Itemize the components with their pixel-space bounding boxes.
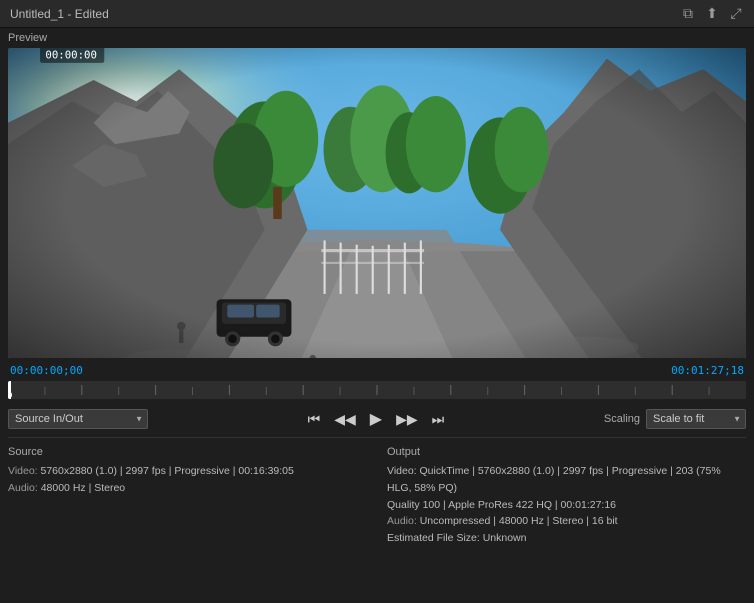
scaling-select[interactable]: Scale to fit Fill Stretch Original [646,409,746,429]
controls-bar: Source In/Out Entire Source Custom ⏮ ◀◀ … [0,401,754,437]
timecode-end: 00:01:27;18 [671,364,744,377]
step-back-button[interactable]: ◀◀ [329,409,361,430]
title-bar-controls: ⧉ ⬆ ⤢ [680,6,744,22]
transport-controls: ⏮ ◀◀ ▶ ▶▶ ⏭ [154,407,598,431]
scaling-area: Scaling Scale to fit Fill Stretch Origin… [604,409,746,429]
restore-icon[interactable]: ⧉ [680,6,696,22]
timecode-start: 00:00:00;00 [10,364,83,377]
source-panel-title: Source [8,446,367,458]
source-audio-info: Audio: 48000 Hz | Stereo [8,480,367,497]
source-audio-value: 48000 Hz | Stereo [41,482,125,494]
edit-status: Edited [75,7,109,21]
output-panel-title: Output [387,446,746,458]
output-video-info-2: Quality 100 | Apple ProRes 422 HQ | 00:0… [387,497,746,514]
goto-end-button[interactable]: ⏭ [427,409,450,430]
output-audio-info: Audio: Uncompressed | 48000 Hz | Stereo … [387,513,746,530]
preview-label: Preview [0,28,754,48]
output-panel: Output Video: QuickTime | 5760x2880 (1.0… [387,446,746,547]
play-button[interactable]: ▶ [365,407,387,431]
window-title: Untitled_1 - Edited [10,7,109,21]
source-video-info: Video: 5760x2880 (1.0) | 2997 fps | Prog… [8,463,367,480]
timeline-track [8,381,746,399]
output-filesize-info: Estimated File Size: Unknown [387,530,746,547]
step-forward-button[interactable]: ▶▶ [391,409,423,430]
svg-text:00:00:00: 00:00:00 [45,49,96,62]
range-select[interactable]: Source In/Out Entire Source Custom [8,409,148,429]
title-bar: Untitled_1 - Edited ⧉ ⬆ ⤢ [0,0,754,28]
video-preview: 00:00:00 [8,48,746,358]
output-filesize-value: Estimated File Size: Unknown [387,532,526,544]
expand-icon[interactable]: ⤢ [728,6,744,22]
scaling-select-wrapper[interactable]: Scale to fit Fill Stretch Original [646,409,746,429]
output-video-info-1: Video: QuickTime | 5760x2880 (1.0) | 299… [387,463,746,497]
timeline-ticks-svg [8,381,746,399]
video-frame: 00:00:00 [8,48,746,358]
export-icon[interactable]: ⬆ [704,6,720,22]
output-video-value-2: Quality 100 | Apple ProRes 422 HQ | 00:0… [387,499,616,511]
range-select-wrapper[interactable]: Source In/Out Entire Source Custom [8,409,148,429]
goto-start-button[interactable]: ⏮ [303,409,326,430]
info-panels: Source Video: 5760x2880 (1.0) | 2997 fps… [0,438,754,555]
timecode-bar: 00:00:00;00 00:01:27;18 [8,362,746,379]
scaling-label: Scaling [604,413,640,425]
source-panel: Source Video: 5760x2880 (1.0) | 2997 fps… [8,446,367,547]
output-video-value-1: Video: QuickTime | 5760x2880 (1.0) | 299… [387,465,721,494]
output-audio-value: Uncompressed | 48000 Hz | Stereo | 16 bi… [420,515,618,527]
title-separator: - [67,7,74,21]
source-video-value: 5760x2880 (1.0) | 2997 fps | Progressive… [41,465,294,477]
project-name: Untitled_1 [10,7,64,21]
timeline-scrubber[interactable] [8,381,746,399]
